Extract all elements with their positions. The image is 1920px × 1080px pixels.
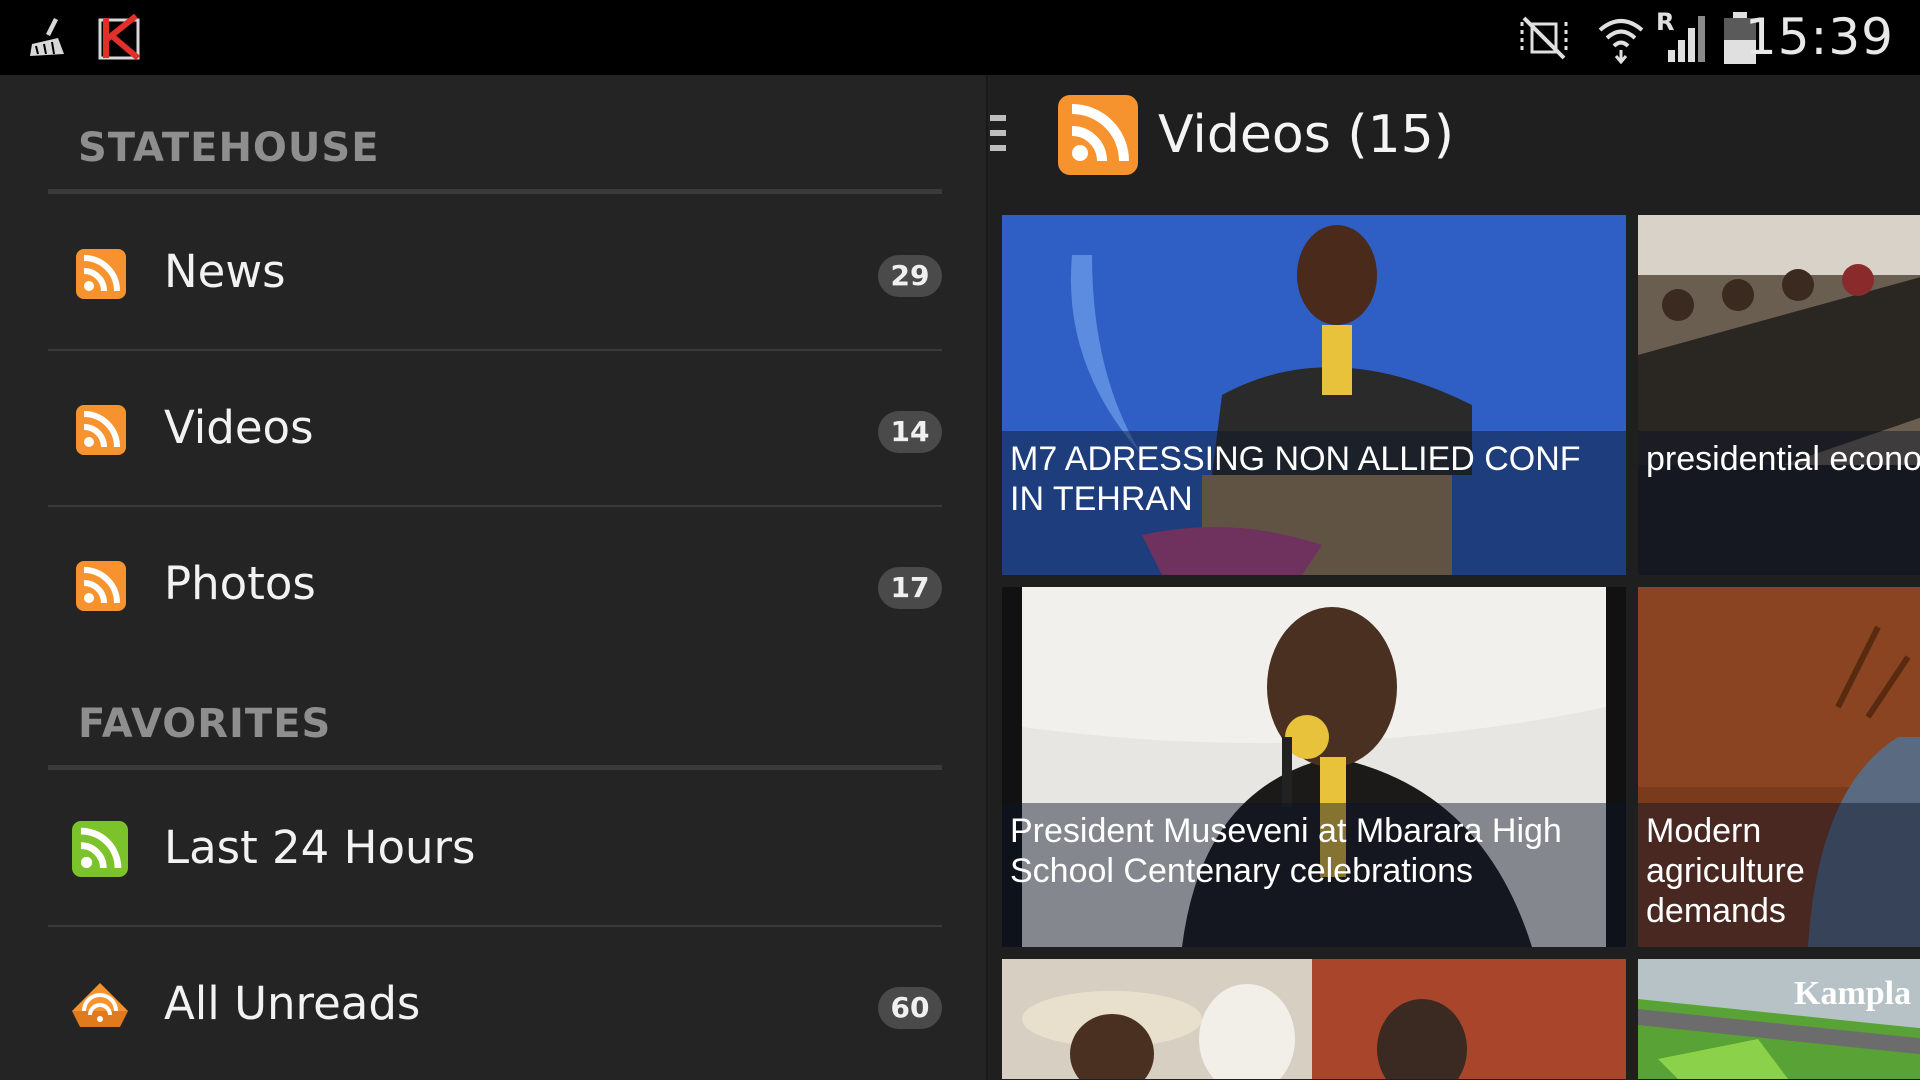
drawer-item-all-unreads[interactable]: All Unreads 60 <box>48 927 942 1080</box>
video-tile[interactable] <box>1002 959 1626 1079</box>
clock: 15:39 <box>1744 8 1894 66</box>
wifi-icon <box>1598 19 1644 64</box>
drawer-item-label: Videos <box>164 401 314 454</box>
section-divider <box>48 765 942 770</box>
unread-count-badge: 17 <box>878 567 942 609</box>
unread-count-badge: 14 <box>878 411 942 453</box>
drawer-item-news[interactable]: News 29 <box>48 195 942 351</box>
unread-count-badge: 29 <box>878 255 942 297</box>
status-bar: R 15:39 <box>0 0 1920 75</box>
page-title: Videos (15) <box>1158 105 1455 165</box>
rss-icon <box>1058 95 1138 175</box>
drawer-item-label: All Unreads <box>164 977 421 1030</box>
mute-icon <box>1520 16 1568 60</box>
rss-icon <box>76 561 126 611</box>
video-tile[interactable]: Kampla No <box>1638 959 1920 1079</box>
section-header-favorites: FAVORITES <box>78 701 332 747</box>
video-title: President Museveni at Mbarara High Schoo… <box>1002 803 1626 947</box>
section-header-statehouse: STATEHOUSE <box>78 125 380 171</box>
section-divider <box>48 189 942 194</box>
video-title: Modern agriculture demands <box>1638 803 1920 947</box>
kaspersky-icon <box>98 14 140 61</box>
rss-icon <box>76 249 126 299</box>
video-thumbnail <box>1002 959 1626 1079</box>
drawer-item-label: Last 24 Hours <box>164 821 476 874</box>
video-title: presidential econo <box>1638 431 1920 575</box>
video-title: Kampla No <box>1794 975 1920 1012</box>
rss-icon <box>72 821 128 877</box>
roaming-signal-icon: R <box>1654 8 1708 64</box>
drawer-item-last-24-hours[interactable]: Last 24 Hours <box>48 771 942 927</box>
drawer-item-label: Photos <box>164 557 316 610</box>
drawer-item-photos[interactable]: Photos 17 <box>48 507 942 663</box>
navigation-drawer: STATEHOUSE News 29 Videos 14 Photos 17 F… <box>0 75 988 1080</box>
rss-icon <box>76 405 126 455</box>
video-tile[interactable]: President Museveni at Mbarara High Schoo… <box>1002 587 1626 947</box>
feed-content: Videos (15) M7 ADRESSING NON ALLIED CONF… <box>990 75 1920 1080</box>
video-tile[interactable]: presidential econo <box>1638 215 1920 575</box>
broom-icon <box>30 18 64 56</box>
drawer-handle-icon[interactable] <box>990 115 1006 159</box>
unread-count-badge: 60 <box>878 987 942 1029</box>
drawer-item-videos[interactable]: Videos 14 <box>48 351 942 507</box>
drawer-item-label: News <box>164 245 286 298</box>
video-title: M7 ADRESSING NON ALLIED CONF IN TEHRAN <box>1002 431 1626 575</box>
video-tile[interactable]: Modern agriculture demands <box>1638 587 1920 947</box>
video-tile[interactable]: M7 ADRESSING NON ALLIED CONF IN TEHRAN <box>1002 215 1626 575</box>
unread-rss-icon <box>72 983 128 1027</box>
